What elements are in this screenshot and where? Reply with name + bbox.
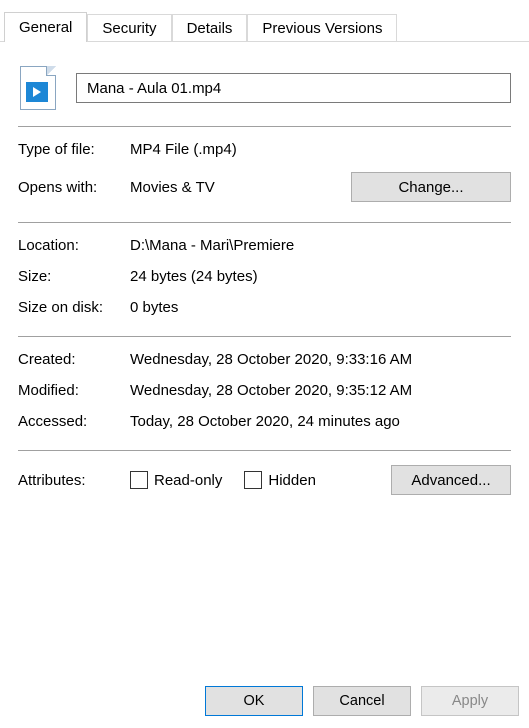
play-icon [26,82,48,102]
separator [18,222,511,223]
size-label: Size: [18,268,130,285]
advanced-button[interactable]: Advanced... [391,465,511,495]
readonly-label: Read-only [154,472,222,489]
tab-previous-versions[interactable]: Previous Versions [247,14,397,42]
apply-button: Apply [421,686,519,716]
tab-label: Previous Versions [262,20,382,37]
hidden-checkbox[interactable]: Hidden [244,471,316,489]
file-type-icon [18,64,58,112]
filename-value: Mana - Aula 01.mp4 [87,80,221,97]
tab-panel-general: Mana - Aula 01.mp4 Type of file: MP4 Fil… [0,42,529,674]
readonly-checkbox[interactable]: Read-only [130,471,222,489]
tab-general[interactable]: General [4,12,87,42]
created-value: Wednesday, 28 October 2020, 9:33:16 AM [130,351,511,368]
cancel-button[interactable]: Cancel [313,686,411,716]
type-of-file-value: MP4 File (.mp4) [130,141,511,158]
opens-with-label: Opens with: [18,179,130,196]
size-value: 24 bytes (24 bytes) [130,268,511,285]
tab-details[interactable]: Details [172,14,248,42]
size-on-disk-value: 0 bytes [130,299,511,316]
tab-security[interactable]: Security [87,14,171,42]
location-value: D:\Mana - Mari\Premiere [130,237,511,254]
accessed-value: Today, 28 October 2020, 24 minutes ago [130,413,511,430]
created-label: Created: [18,351,130,368]
opens-with-value: Movies & TV [130,179,215,196]
tab-label: Security [102,20,156,37]
ok-button[interactable]: OK [205,686,303,716]
checkbox-box-icon [244,471,262,489]
modified-value: Wednesday, 28 October 2020, 9:35:12 AM [130,382,511,399]
tab-label: General [19,19,72,36]
dialog-footer: OK Cancel Apply [0,674,529,728]
separator [18,336,511,337]
tab-strip: General Security Details Previous Versio… [0,0,529,42]
checkbox-box-icon [130,471,148,489]
hidden-label: Hidden [268,472,316,489]
modified-label: Modified: [18,382,130,399]
separator [18,450,511,451]
separator [18,126,511,127]
change-button[interactable]: Change... [351,172,511,202]
attributes-label: Attributes: [18,472,130,489]
accessed-label: Accessed: [18,413,130,430]
filename-input[interactable]: Mana - Aula 01.mp4 [76,73,511,103]
size-on-disk-label: Size on disk: [18,299,130,316]
tab-label: Details [187,20,233,37]
location-label: Location: [18,237,130,254]
type-of-file-label: Type of file: [18,141,130,158]
